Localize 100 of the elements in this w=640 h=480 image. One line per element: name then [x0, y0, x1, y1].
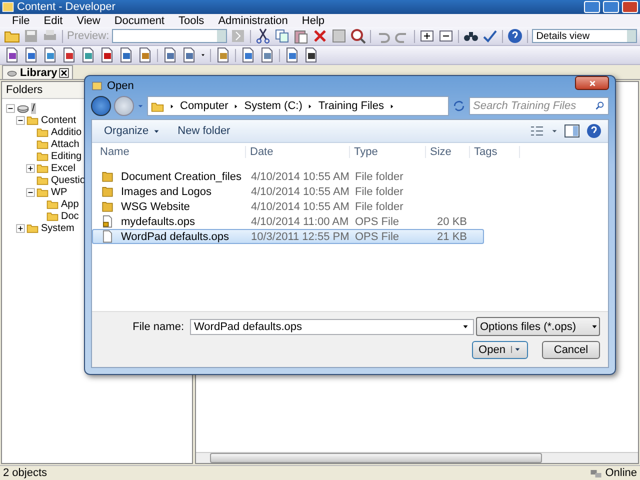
document-icon[interactable] [42, 47, 58, 63]
collapse-icon[interactable] [16, 116, 25, 124]
cut-icon[interactable] [255, 28, 272, 44]
close-button[interactable] [575, 76, 609, 90]
refresh-icon[interactable] [452, 99, 466, 113]
network-icon [589, 467, 604, 479]
document-icon[interactable] [137, 47, 153, 63]
file-row[interactable]: mydefaults.ops 4/10/2014 11:00 AM OPS File 20 KB [92, 214, 484, 229]
dialog-title: Open [107, 80, 135, 92]
chevron-icon [307, 102, 314, 110]
restore-button[interactable] [603, 1, 619, 13]
tree-item[interactable]: WP [50, 186, 68, 198]
close-icon[interactable] [59, 68, 70, 78]
document-icon[interactable] [215, 47, 231, 63]
folder-icon [101, 200, 114, 213]
file-name: Document Creation_files [120, 170, 242, 182]
search-field[interactable]: Search Training Files [469, 97, 609, 115]
caret-icon [514, 346, 522, 353]
collapse-icon[interactable] [26, 188, 35, 196]
document-icon[interactable] [99, 47, 115, 63]
file-date: 4/10/2014 10:55 AM [250, 200, 350, 212]
collapse-icon[interactable] [6, 104, 15, 112]
view-combo[interactable]: Details view [532, 29, 638, 43]
caret-icon[interactable] [551, 127, 558, 135]
menu-item[interactable]: View [70, 14, 106, 26]
tree-item[interactable]: App [60, 198, 80, 210]
tree-item[interactable]: Content [40, 114, 78, 126]
forward-button[interactable] [114, 96, 134, 116]
expand-icon[interactable] [26, 164, 35, 172]
preview-label: Preview: [67, 30, 110, 42]
tree-item[interactable]: Excel [50, 162, 76, 174]
column-header[interactable]: Type [350, 146, 426, 158]
file-name-label: File name: [132, 320, 184, 332]
menu-item[interactable]: Edit [38, 14, 69, 26]
file-date: 4/10/2014 10:55 AM [250, 186, 350, 198]
file-name: WSG Website [120, 200, 190, 212]
tree-item[interactable]: System [40, 222, 76, 234]
column-header[interactable]: Name [96, 146, 246, 158]
document-icon[interactable] [4, 47, 20, 63]
column-header[interactable]: Tags [470, 146, 520, 158]
paste-icon[interactable] [293, 28, 310, 44]
plus-icon[interactable] [419, 28, 436, 44]
preview-pane-icon[interactable] [564, 123, 580, 139]
menu-item[interactable]: Document [108, 14, 170, 26]
expand-icon[interactable] [16, 224, 25, 232]
document-icon[interactable] [80, 47, 96, 63]
document-icon[interactable] [61, 47, 77, 63]
column-header[interactable]: Date [246, 146, 350, 158]
folder-icon[interactable] [46, 210, 59, 222]
file-row[interactable]: Document Creation_files 4/10/2014 10:55 AM File folder [92, 169, 484, 184]
menu-item[interactable]: File [6, 14, 36, 26]
tree-item[interactable]: Additio [50, 126, 83, 138]
command-button[interactable]: New folder [172, 123, 236, 139]
close-icon [588, 78, 596, 88]
dialog-icon [91, 80, 103, 92]
copy-icon[interactable] [274, 28, 290, 44]
file-date: 4/10/2014 11:00 AM [250, 216, 350, 228]
file-type: File folder [354, 170, 404, 182]
folder-icon [101, 185, 114, 198]
file-type: OPS File [354, 230, 400, 242]
folder-icon[interactable] [36, 138, 49, 150]
address-bar[interactable]: Computer System (C:) Training Files [147, 96, 449, 116]
file-date: 4/10/2014 10:55 AM [250, 170, 350, 182]
folder-icon[interactable] [36, 126, 49, 138]
delete-icon[interactable] [312, 28, 328, 44]
help-icon[interactable] [586, 123, 602, 139]
file-name: Images and Logos [120, 186, 212, 198]
library-tab[interactable]: Library [2, 65, 74, 79]
menu-item[interactable]: Tools [172, 14, 210, 26]
help-icon[interactable] [507, 28, 524, 44]
minimize-button[interactable] [584, 1, 600, 13]
document-icon[interactable] [118, 47, 134, 63]
back-button[interactable] [91, 96, 111, 116]
open-button[interactable]: Open [472, 340, 528, 358]
tree-item[interactable]: Attach [50, 138, 80, 150]
tree-item[interactable]: Questio [50, 174, 86, 186]
tree-item[interactable]: Doc [60, 210, 80, 222]
cancel-button[interactable]: Cancel [542, 340, 600, 358]
tree-item[interactable]: / [31, 102, 36, 114]
horizontal-scrollbar[interactable] [196, 452, 638, 463]
document-icon[interactable] [23, 47, 39, 63]
folder-icon[interactable] [46, 198, 59, 210]
minus-icon[interactable] [438, 28, 454, 44]
file-name-field[interactable]: WordPad defaults.ops [190, 318, 474, 334]
folder-icon [101, 170, 114, 183]
caret-icon [152, 128, 160, 134]
search-icon [595, 101, 605, 111]
file-row[interactable]: WSG Website 4/10/2014 10:55 AM File folder [92, 199, 484, 214]
search-icon[interactable] [350, 28, 366, 44]
file-type-dropdown[interactable]: Options files (*.ops) [476, 317, 600, 336]
file-row[interactable]: WordPad defaults.ops 10/3/2011 12:55 PM OPS File 21 KB [92, 229, 484, 244]
tree-item[interactable]: Editing [50, 150, 83, 162]
column-header[interactable]: Size [426, 146, 470, 158]
file-row[interactable]: Images and Logos 4/10/2014 10:55 AM File folder [92, 184, 484, 199]
app-icon [2, 1, 14, 13]
preview-combo[interactable] [112, 29, 228, 43]
chevron-icon [388, 102, 395, 110]
command-button[interactable]: Organize [98, 123, 166, 139]
menu-item[interactable]: Administration [212, 14, 294, 26]
menu-item[interactable]: Help [296, 14, 331, 26]
